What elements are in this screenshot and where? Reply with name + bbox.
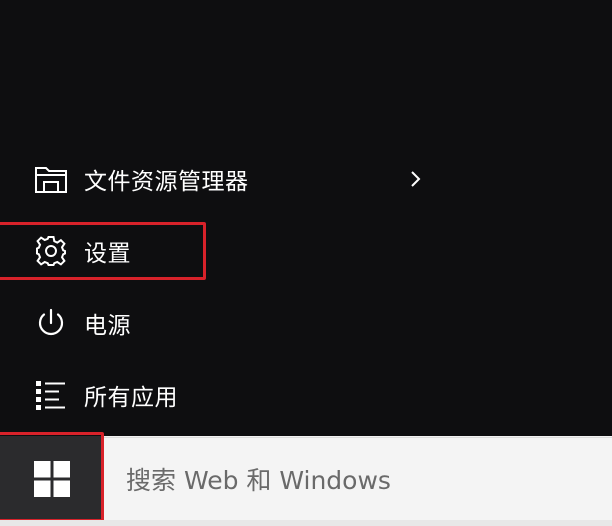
menu-item-label: 电源 (84, 313, 131, 339)
list-icon (34, 378, 68, 412)
start-button[interactable] (0, 436, 104, 526)
bottom-edge (0, 520, 612, 526)
menu-item-label: 文件资源管理器 (84, 169, 249, 195)
power-icon (34, 306, 68, 340)
menu-item-power[interactable]: 电源 (0, 294, 440, 352)
gear-icon (34, 234, 68, 268)
menu-item-settings[interactable]: 设置 (0, 222, 440, 280)
menu-item-all-apps[interactable]: 所有应用 (0, 366, 440, 424)
menu-item-label: 所有应用 (84, 385, 178, 411)
folder-icon (34, 162, 68, 196)
menu-item-label: 设置 (84, 241, 131, 267)
search-box[interactable] (104, 437, 612, 522)
start-menu-panel: 文件资源管理器 设置 电源 所有应用 (0, 0, 612, 436)
search-input[interactable] (124, 454, 598, 506)
windows-logo-icon (34, 461, 70, 501)
menu-item-file-explorer[interactable]: 文件资源管理器 (0, 150, 440, 208)
chevron-right-icon[interactable] (404, 168, 426, 190)
